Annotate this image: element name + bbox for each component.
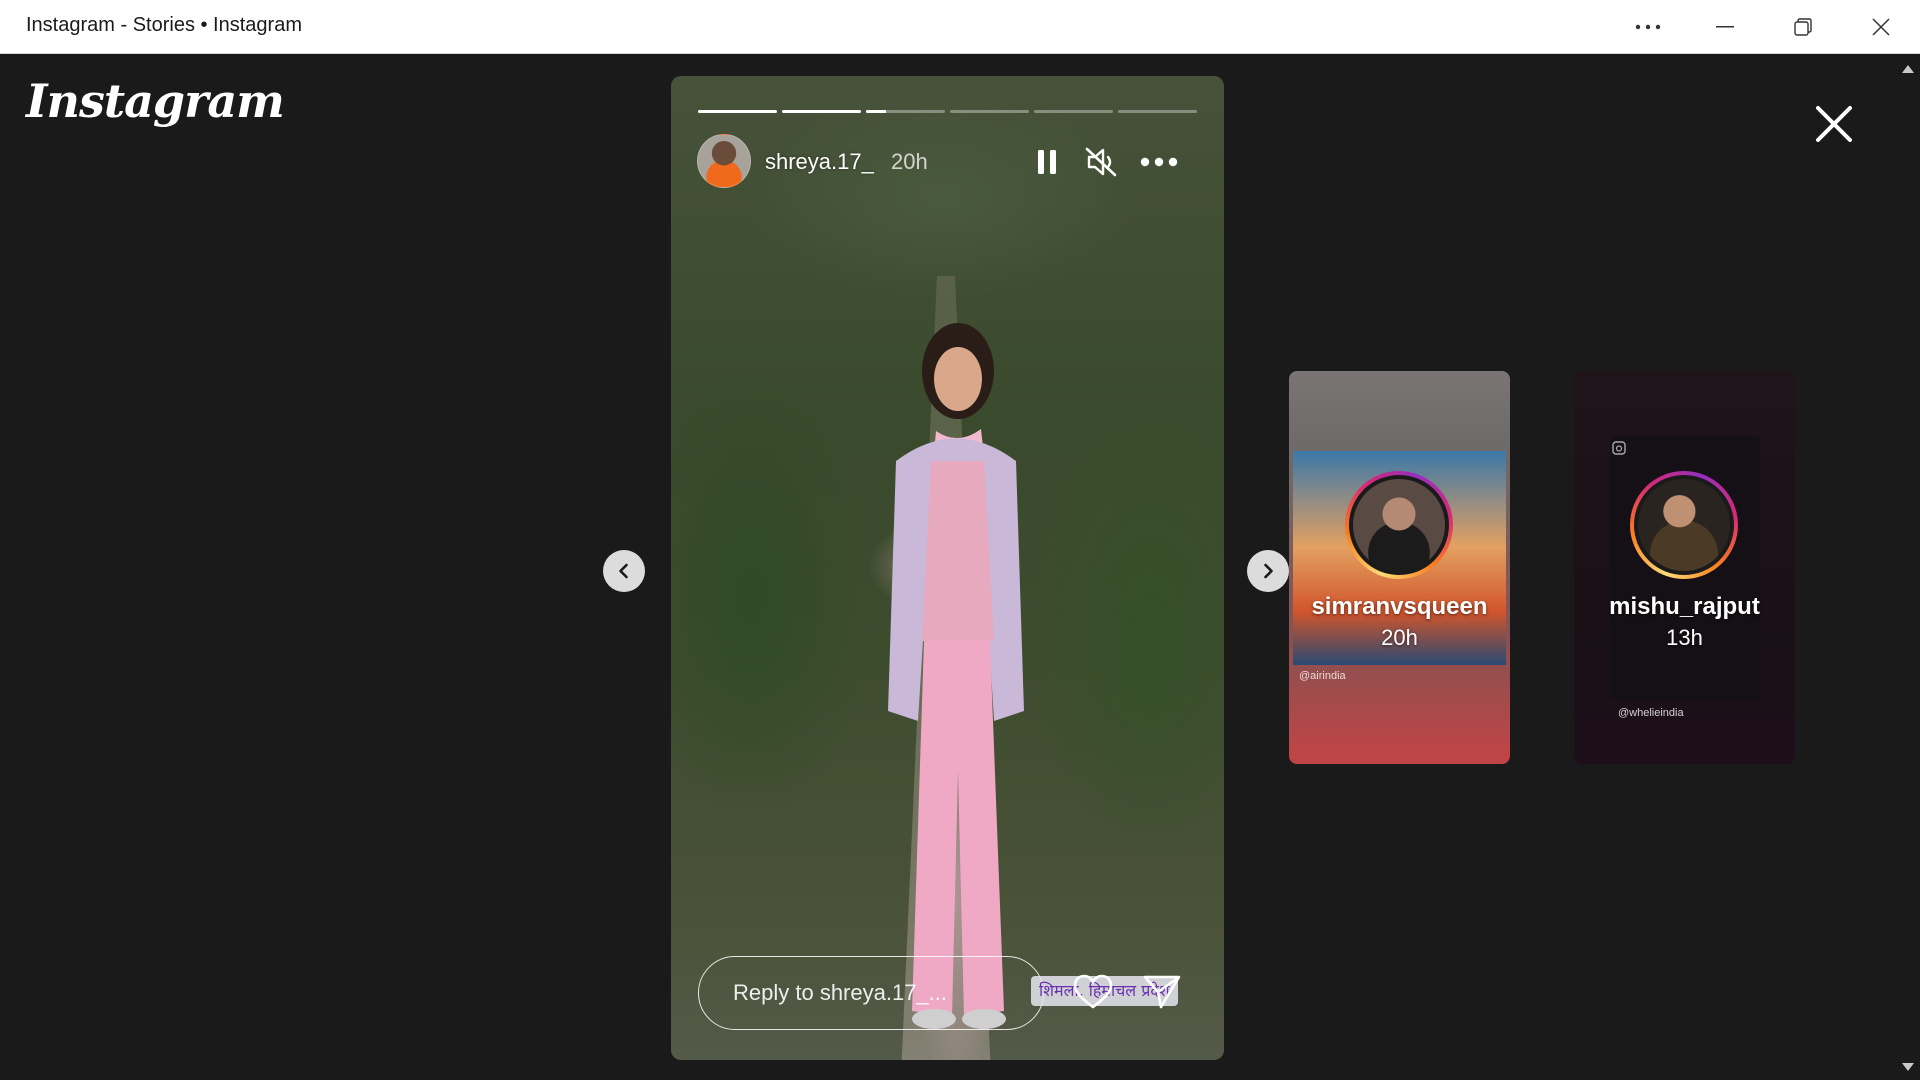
preview-timestamp: 20h <box>1381 625 1418 650</box>
preview-watermark: @whelieindia <box>1618 707 1684 719</box>
window-titlebar: Instagram - Stories • Instagram <box>0 0 1920 54</box>
preview-timestamp: 13h <box>1666 625 1703 650</box>
progress-segment <box>1118 110 1197 113</box>
story-preview-card[interactable]: @airindia simranvsqueen 20h <box>1289 371 1510 764</box>
story-header: shreya.17_ 20h <box>697 134 1197 190</box>
preview-username: mishu_rajput <box>1609 593 1760 620</box>
story-image-person <box>888 323 1024 1029</box>
preview-watermark: @airindia <box>1299 670 1346 682</box>
progress-segment <box>1034 110 1113 113</box>
avatar <box>1345 471 1453 579</box>
close-stories-button[interactable] <box>1806 96 1862 152</box>
story-username[interactable]: shreya.17_ <box>765 149 874 175</box>
muted-icon <box>1085 147 1117 177</box>
scroll-up-icon[interactable] <box>1901 62 1915 76</box>
story-timestamp: 20h <box>891 149 928 174</box>
window-title: Instagram - Stories • Instagram <box>26 14 302 36</box>
mute-button[interactable] <box>1081 142 1121 182</box>
scroll-down-icon[interactable] <box>1901 1060 1915 1074</box>
progress-segment <box>782 110 861 113</box>
more-icon[interactable] <box>1609 0 1687 54</box>
preview-username: simranvsqueen <box>1311 593 1488 620</box>
story-frame[interactable]: shreya.17_ 20h शिमला, हिमाचल प्रदेश <box>671 76 1224 1060</box>
next-story-button[interactable] <box>1247 550 1289 592</box>
avatar <box>1630 471 1738 579</box>
pause-icon <box>1038 150 1056 174</box>
reel-icon <box>1612 441 1626 455</box>
story-progress-bar <box>698 110 1197 113</box>
reply-input[interactable] <box>698 956 1044 1030</box>
instagram-logo[interactable]: Instagram <box>26 74 285 128</box>
chevron-left-icon <box>619 563 628 579</box>
restore-icon[interactable] <box>1764 0 1842 54</box>
chevron-right-icon <box>1264 563 1273 579</box>
progress-segment <box>866 110 945 113</box>
minimize-icon[interactable] <box>1686 0 1764 54</box>
pause-button[interactable] <box>1027 142 1067 182</box>
story-preview-card[interactable]: @whelieindia mishu_rajput 13h <box>1574 371 1795 764</box>
heart-icon <box>1073 974 1113 1009</box>
like-button[interactable] <box>1069 968 1117 1016</box>
share-button[interactable] <box>1138 968 1186 1016</box>
progress-segment <box>950 110 1029 113</box>
stories-viewer: Instagram shreya.17_ 20h Reply to shreya… <box>0 54 1896 1080</box>
avatar[interactable] <box>697 134 751 188</box>
more-options-icon <box>1140 157 1178 167</box>
story-options-button[interactable] <box>1139 142 1179 182</box>
close-icon[interactable] <box>1842 0 1920 54</box>
previous-story-button[interactable] <box>603 550 645 592</box>
progress-segment <box>698 110 777 113</box>
scrollbar[interactable] <box>1896 54 1920 1080</box>
send-icon <box>1143 975 1181 1009</box>
